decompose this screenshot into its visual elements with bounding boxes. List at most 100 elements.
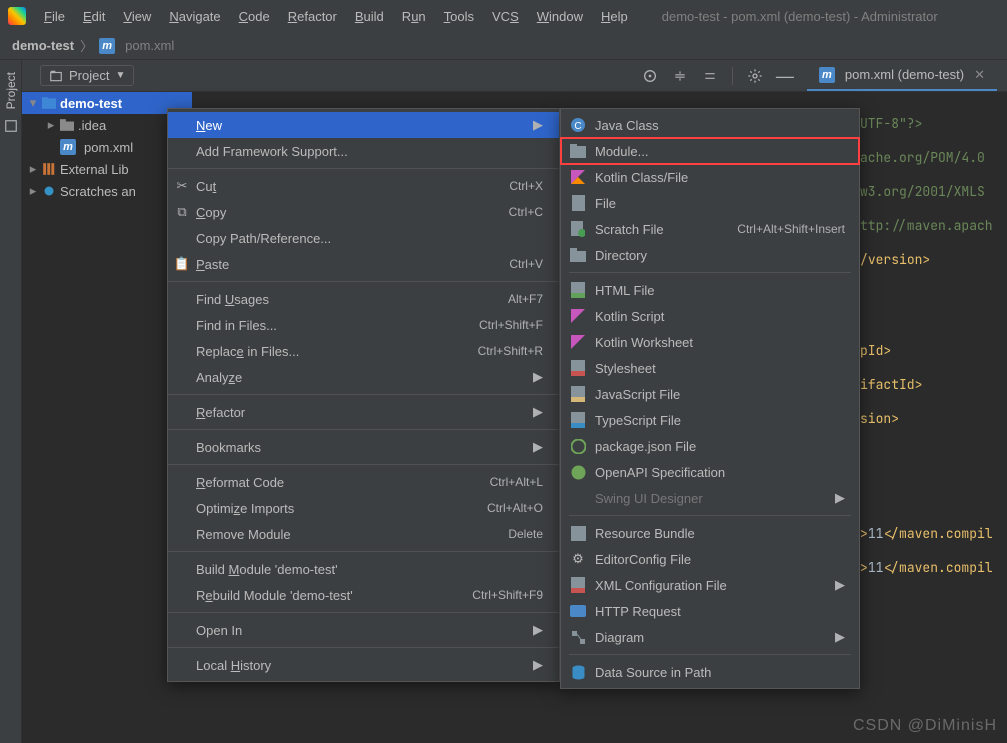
database-icon <box>569 665 587 680</box>
sub-module[interactable]: Module... <box>561 138 859 164</box>
http-icon <box>569 605 587 617</box>
sub-directory[interactable]: Directory <box>561 242 859 268</box>
ctx-analyze[interactable]: Analyze▶ <box>168 364 559 390</box>
sub-kotlin-worksheet[interactable]: Kotlin Worksheet <box>561 329 859 355</box>
sub-swing[interactable]: Swing UI Designer▶ <box>561 485 859 511</box>
sub-label: Java Class <box>595 118 659 133</box>
ctx-find-in-files[interactable]: Find in Files...Ctrl+Shift+F <box>168 312 559 338</box>
shortcut: Alt+F7 <box>508 292 543 306</box>
gear-icon[interactable] <box>747 68 763 84</box>
menu-help[interactable]: Help <box>593 5 636 28</box>
sub-editorconfig[interactable]: ⚙EditorConfig File <box>561 546 859 572</box>
code-text: / <box>860 251 868 268</box>
sub-file[interactable]: File <box>561 190 859 216</box>
sub-scratch[interactable]: Scratch FileCtrl+Alt+Shift+Insert <box>561 216 859 242</box>
sub-typescript[interactable]: TypeScript File <box>561 407 859 433</box>
menu-edit[interactable]: Edit <box>75 5 113 28</box>
menu-run[interactable]: Run <box>394 5 434 28</box>
ctx-copy[interactable]: ⧉CopyCtrl+C <box>168 199 559 225</box>
chevron-right-icon[interactable]: ▸ <box>46 117 56 133</box>
separator <box>168 551 559 552</box>
sub-openapi[interactable]: OpenAPI Specification <box>561 459 859 485</box>
sub-label: XML Configuration File <box>595 578 727 593</box>
ctx-refactor[interactable]: Refactor▶ <box>168 399 559 425</box>
chevron-right-icon[interactable]: ▸ <box>28 183 38 199</box>
menu-tools[interactable]: Tools <box>436 5 482 28</box>
sub-stylesheet[interactable]: Stylesheet <box>561 355 859 381</box>
menu-navigate[interactable]: Navigate <box>161 5 228 28</box>
sub-package-json[interactable]: package.json File <box>561 433 859 459</box>
sub-javascript[interactable]: JavaScript File <box>561 381 859 407</box>
ctx-reformat[interactable]: Reformat CodeCtrl+Alt+L <box>168 469 559 495</box>
tree-item-label: Scratches an <box>60 184 136 199</box>
ctx-cut[interactable]: ✂CutCtrl+X <box>168 173 559 199</box>
kotlin-ws-icon <box>569 335 587 349</box>
sub-diagram[interactable]: Diagram▶ <box>561 624 859 650</box>
breadcrumb-file[interactable]: pom.xml <box>125 38 174 53</box>
ctx-replace-in-files[interactable]: Replace in Files...Ctrl+Shift+R <box>168 338 559 364</box>
chevron-right-icon: ▶ <box>533 622 543 638</box>
collapse-all-icon[interactable] <box>702 68 718 84</box>
shortcut: Ctrl+Alt+O <box>487 501 543 515</box>
sub-label: TypeScript File <box>595 413 681 428</box>
target-icon[interactable] <box>642 68 658 84</box>
sub-html[interactable]: HTML File <box>561 277 859 303</box>
sub-http-request[interactable]: HTTP Request <box>561 598 859 624</box>
sub-java-class[interactable]: CJava Class <box>561 112 859 138</box>
chevron-right-icon: ▶ <box>533 657 543 673</box>
structure-icon[interactable] <box>4 119 18 133</box>
new-submenu: CJava Class Module... Kotlin Class/File … <box>560 108 860 689</box>
css-icon <box>569 360 587 376</box>
chevron-right-icon: ▶ <box>533 439 543 455</box>
toolbar-divider <box>732 67 733 85</box>
menu-build[interactable]: Build <box>347 5 392 28</box>
sub-kotlin-class[interactable]: Kotlin Class/File <box>561 164 859 190</box>
separator <box>168 394 559 395</box>
ctx-copy-path[interactable]: Copy Path/Reference... <box>168 225 559 251</box>
ctx-find-usages[interactable]: Find UsagesAlt+F7 <box>168 286 559 312</box>
ctx-paste[interactable]: 📋PasteCtrl+V <box>168 251 559 277</box>
breadcrumb-project[interactable]: demo-test <box>12 38 74 53</box>
ctx-optimize-imports[interactable]: Optimize ImportsCtrl+Alt+O <box>168 495 559 521</box>
library-icon <box>42 163 56 175</box>
menu-refactor[interactable]: Refactor <box>280 5 345 28</box>
breadcrumb: demo-test 〉 m pom.xml <box>0 32 1007 60</box>
menu-vcs[interactable]: VCS <box>484 5 527 28</box>
html-icon <box>569 282 587 298</box>
ctx-open-in[interactable]: Open In▶ <box>168 617 559 643</box>
paste-icon: 📋 <box>174 256 190 272</box>
code-text: </ <box>883 525 899 542</box>
ctx-new[interactable]: New▶ <box>168 112 559 138</box>
menu-file[interactable]: File <box>36 5 73 28</box>
editor-tab-pom[interactable]: m pom.xml (demo-test) ✕ <box>807 61 997 91</box>
sub-kotlin-script[interactable]: Kotlin Script <box>561 303 859 329</box>
ctx-build-module[interactable]: Build Module 'demo-test' <box>168 556 559 582</box>
ctx-remove-module[interactable]: Remove ModuleDelete <box>168 521 559 547</box>
tree-root-label: demo-test <box>60 96 122 111</box>
sub-xml-config[interactable]: XML Configuration File▶ <box>561 572 859 598</box>
hide-icon[interactable]: — <box>777 68 793 84</box>
chevron-right-icon: ▶ <box>533 117 543 133</box>
ctx-label: Find in Files... <box>196 318 277 333</box>
code-text: maven.compil <box>899 559 993 576</box>
expand-all-icon[interactable] <box>672 68 688 84</box>
menu-code[interactable]: Code <box>231 5 278 28</box>
sub-resource-bundle[interactable]: Resource Bundle <box>561 520 859 546</box>
shortcut: Delete <box>508 527 543 541</box>
sub-label: Scratch File <box>595 222 664 237</box>
chevron-right-icon[interactable]: ▸ <box>28 161 38 177</box>
project-tool-button[interactable]: Project <box>4 72 18 109</box>
sub-label: Resource Bundle <box>595 526 695 541</box>
sub-label: File <box>595 196 616 211</box>
project-view-dropdown[interactable]: Project ▼ <box>40 65 134 86</box>
sub-data-source[interactable]: Data Source in Path <box>561 659 859 685</box>
menu-window[interactable]: Window <box>529 5 591 28</box>
chevron-down-icon[interactable]: ▾ <box>28 95 38 111</box>
ctx-rebuild-module[interactable]: Rebuild Module 'demo-test'Ctrl+Shift+F9 <box>168 582 559 608</box>
tool-window-stripe: Project <box>0 60 22 743</box>
ctx-local-history[interactable]: Local History▶ <box>168 652 559 678</box>
close-icon[interactable]: ✕ <box>974 67 985 83</box>
menu-view[interactable]: View <box>115 5 159 28</box>
ctx-add-framework[interactable]: Add Framework Support... <box>168 138 559 164</box>
ctx-bookmarks[interactable]: Bookmarks▶ <box>168 434 559 460</box>
